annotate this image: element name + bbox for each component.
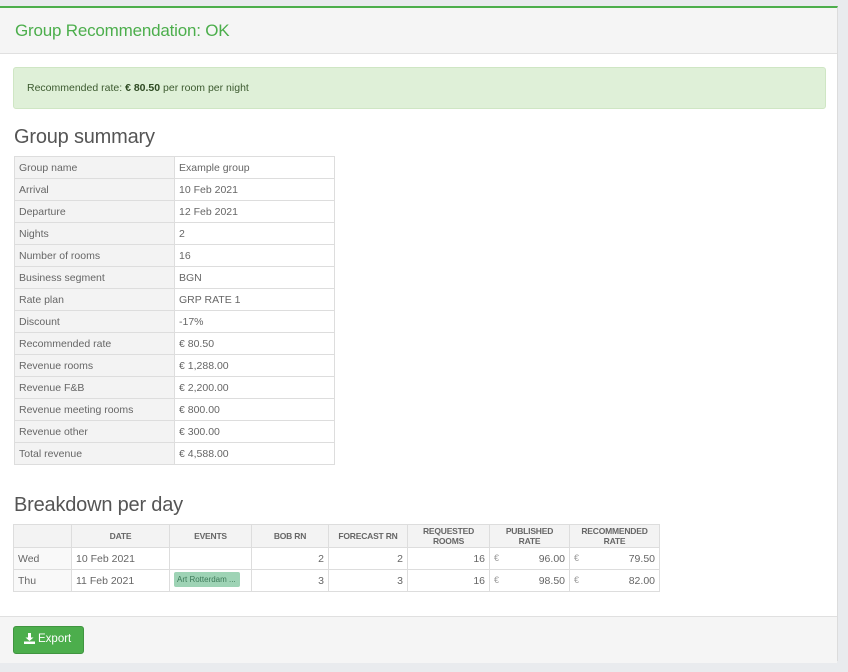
cell-date: 11 Feb 2021 — [71, 569, 170, 592]
table-row: Number of rooms 16 — [14, 244, 335, 267]
cell-published-rate: €96.00 — [489, 547, 570, 570]
table-row: Rate plan GRP RATE 1 — [14, 288, 335, 311]
currency-symbol: € — [494, 552, 500, 563]
recommended-rate-value: 82.00 — [628, 574, 655, 587]
summary-label: Revenue rooms — [14, 354, 175, 377]
table-row: Total revenue € 4,588.00 — [14, 442, 335, 465]
column-header-requested-rooms: REQUESTED ROOMS — [407, 524, 490, 548]
published-rate-value: 96.00 — [538, 552, 565, 565]
table-row: Departure 12 Feb 2021 — [14, 200, 335, 223]
summary-value: Example group — [174, 156, 335, 179]
column-header-events: EVENTS — [169, 524, 252, 548]
summary-value: 10 Feb 2021 — [174, 178, 335, 201]
table-row: Group name Example group — [14, 156, 335, 179]
summary-label: Departure — [14, 200, 175, 223]
summary-value: 2 — [174, 222, 335, 245]
column-header-published-rate: PUBLISHED RATE — [489, 524, 570, 548]
cell-recommended-rate: €79.50 — [569, 547, 660, 570]
summary-label: Rate plan — [14, 288, 175, 311]
column-header-recommended-rate: RECOMMENDED RATE — [569, 524, 660, 548]
summary-value: 12 Feb 2021 — [174, 200, 335, 223]
export-button[interactable]: Export — [13, 626, 84, 654]
summary-label: Number of rooms — [14, 244, 175, 267]
recommended-rate-value: 79.50 — [628, 552, 655, 565]
table-row: Wed 10 Feb 2021 2 2 16 €96.00 €79.50 — [13, 547, 660, 570]
page-title: Group Recommendation: OK — [15, 21, 230, 40]
group-summary-heading: Group summary — [14, 126, 155, 148]
summary-label: Revenue meeting rooms — [14, 398, 175, 421]
summary-value: € 1,288.00 — [174, 354, 335, 377]
panel-header: Group Recommendation: OK — [0, 8, 837, 54]
cell-requested-rooms: 16 — [407, 569, 490, 592]
summary-value: -17% — [174, 310, 335, 333]
group-recommendation-panel: Group Recommendation: OK Recommended rat… — [0, 6, 838, 663]
cell-forecast-rn: 2 — [328, 547, 408, 570]
table-row: Business segment BGN — [14, 266, 335, 289]
table-row: Discount -17% — [14, 310, 335, 333]
export-label: Export — [38, 633, 72, 645]
table-header-row: DATE EVENTS BOB RN FORECAST RN REQUESTED… — [13, 524, 660, 548]
published-rate-value: 98.50 — [538, 574, 565, 587]
cell-bob-rn: 3 — [251, 569, 329, 592]
alert-rate-value: € 80.50 — [125, 82, 161, 94]
cell-recommended-rate: €82.00 — [569, 569, 660, 592]
table-row: Revenue other € 300.00 — [14, 420, 335, 443]
summary-label: Nights — [14, 222, 175, 245]
table-row: Revenue F&B € 2,200.00 — [14, 376, 335, 399]
summary-label: Discount — [14, 310, 175, 333]
currency-symbol: € — [494, 574, 500, 585]
summary-label: Revenue other — [14, 420, 175, 443]
summary-label: Arrival — [14, 178, 175, 201]
alert-suffix: per room per night — [160, 82, 249, 94]
table-row: Arrival 10 Feb 2021 — [14, 178, 335, 201]
column-header-date: DATE — [71, 524, 170, 548]
cell-events: Art Rotterdam ... — [169, 569, 252, 592]
cell-forecast-rn: 3 — [328, 569, 408, 592]
summary-label: Revenue F&B — [14, 376, 175, 399]
cell-date: 10 Feb 2021 — [71, 547, 170, 570]
cell-day: Wed — [13, 547, 72, 570]
summary-value: € 80.50 — [174, 332, 335, 355]
summary-value: € 4,588.00 — [174, 442, 335, 465]
cell-events — [169, 547, 252, 570]
panel-footer: Export — [0, 616, 837, 663]
summary-label: Group name — [14, 156, 175, 179]
table-row: Revenue meeting rooms € 800.00 — [14, 398, 335, 421]
summary-value: GRP RATE 1 — [174, 288, 335, 311]
summary-label: Total revenue — [14, 442, 175, 465]
summary-value: € 800.00 — [174, 398, 335, 421]
column-header-forecast-rn: FORECAST RN — [328, 524, 408, 548]
cell-bob-rn: 2 — [251, 547, 329, 570]
summary-label: Recommended rate — [14, 332, 175, 355]
column-header-bob-rn: BOB RN — [251, 524, 329, 548]
table-row: Recommended rate € 80.50 — [14, 332, 335, 355]
recommended-rate-alert: Recommended rate: € 80.50 per room per n… — [13, 67, 826, 109]
cell-requested-rooms: 16 — [407, 547, 490, 570]
alert-prefix: Recommended rate: — [27, 82, 126, 94]
table-row: Revenue rooms € 1,288.00 — [14, 354, 335, 377]
currency-symbol: € — [574, 552, 580, 563]
group-summary-table: Group name Example group Arrival 10 Feb 20… — [14, 156, 335, 465]
summary-value: 16 — [174, 244, 335, 267]
table-row: Thu 11 Feb 2021 Art Rotterdam ... 3 3 16… — [13, 569, 660, 592]
table-row: Nights 2 — [14, 222, 335, 245]
summary-value: BGN — [174, 266, 335, 289]
cell-published-rate: €98.50 — [489, 569, 570, 592]
summary-label: Business segment — [14, 266, 175, 289]
breakdown-heading: Breakdown per day — [14, 494, 183, 516]
currency-symbol: € — [574, 574, 580, 585]
summary-value: € 300.00 — [174, 420, 335, 443]
cell-day: Thu — [13, 569, 72, 592]
event-tag[interactable]: Art Rotterdam ... — [174, 571, 240, 587]
breakdown-table: DATE EVENTS BOB RN FORECAST RN REQUESTED… — [13, 524, 660, 592]
summary-value: € 2,200.00 — [174, 376, 335, 399]
column-header-day — [13, 524, 72, 548]
download-icon — [24, 633, 35, 644]
